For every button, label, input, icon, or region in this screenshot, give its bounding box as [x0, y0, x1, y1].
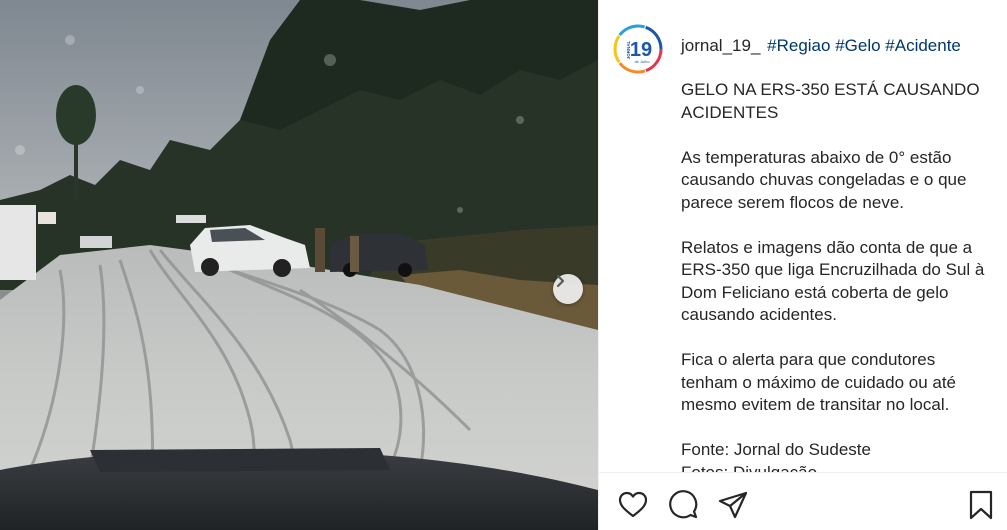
hashtags-link[interactable]: #Regiao #Gelo #Acidente: [767, 36, 961, 55]
post-author-line: jornal_19_ #Regiao #Gelo #Acidente: [681, 36, 961, 56]
post-caption: GELO NA ERS-350 ESTÁ CAUSANDO ACIDENTES …: [681, 79, 991, 472]
caption-paragraph: Relatos e imagens dão conta de que a ERS…: [681, 237, 985, 325]
avatar[interactable]: 19 JORNAL de Julho: [613, 24, 663, 74]
comment-icon: [669, 490, 698, 519]
share-button[interactable]: [717, 489, 749, 521]
jornal-19-logo-icon: 19 JORNAL de Julho: [613, 24, 663, 74]
comment-button[interactable]: [667, 489, 699, 521]
like-button[interactable]: [617, 489, 649, 521]
caption-paragraph: Fica o alerta para que condutores tenham…: [681, 350, 957, 414]
caption-photo-credit: Fotos: Divulgação: [681, 462, 818, 473]
save-button[interactable]: [965, 489, 997, 521]
svg-text:JORNAL: JORNAL: [626, 41, 631, 60]
accident-photo-scene: [0, 0, 598, 530]
share-icon: [718, 491, 748, 519]
chevron-right-icon: [556, 274, 565, 288]
bookmark-icon: [969, 490, 993, 520]
post-details-panel: 19 JORNAL de Julho jornal_19_ #Regiao #G…: [598, 0, 1007, 530]
caption-source: Fonte: Jornal do Sudeste: [681, 440, 871, 459]
svg-text:de Julho: de Julho: [634, 59, 650, 64]
caption-paragraph: As temperaturas abaixo de 0° estão causa…: [681, 147, 967, 212]
post-photo[interactable]: [0, 0, 598, 530]
username-link[interactable]: jornal_19_: [681, 36, 760, 55]
next-image-button[interactable]: [553, 274, 583, 304]
heart-icon: [618, 491, 648, 518]
svg-text:19: 19: [630, 39, 652, 61]
caption-title: GELO NA ERS-350 ESTÁ CAUSANDO ACIDENTES: [681, 80, 980, 122]
post-actions-bar: [599, 472, 1007, 530]
